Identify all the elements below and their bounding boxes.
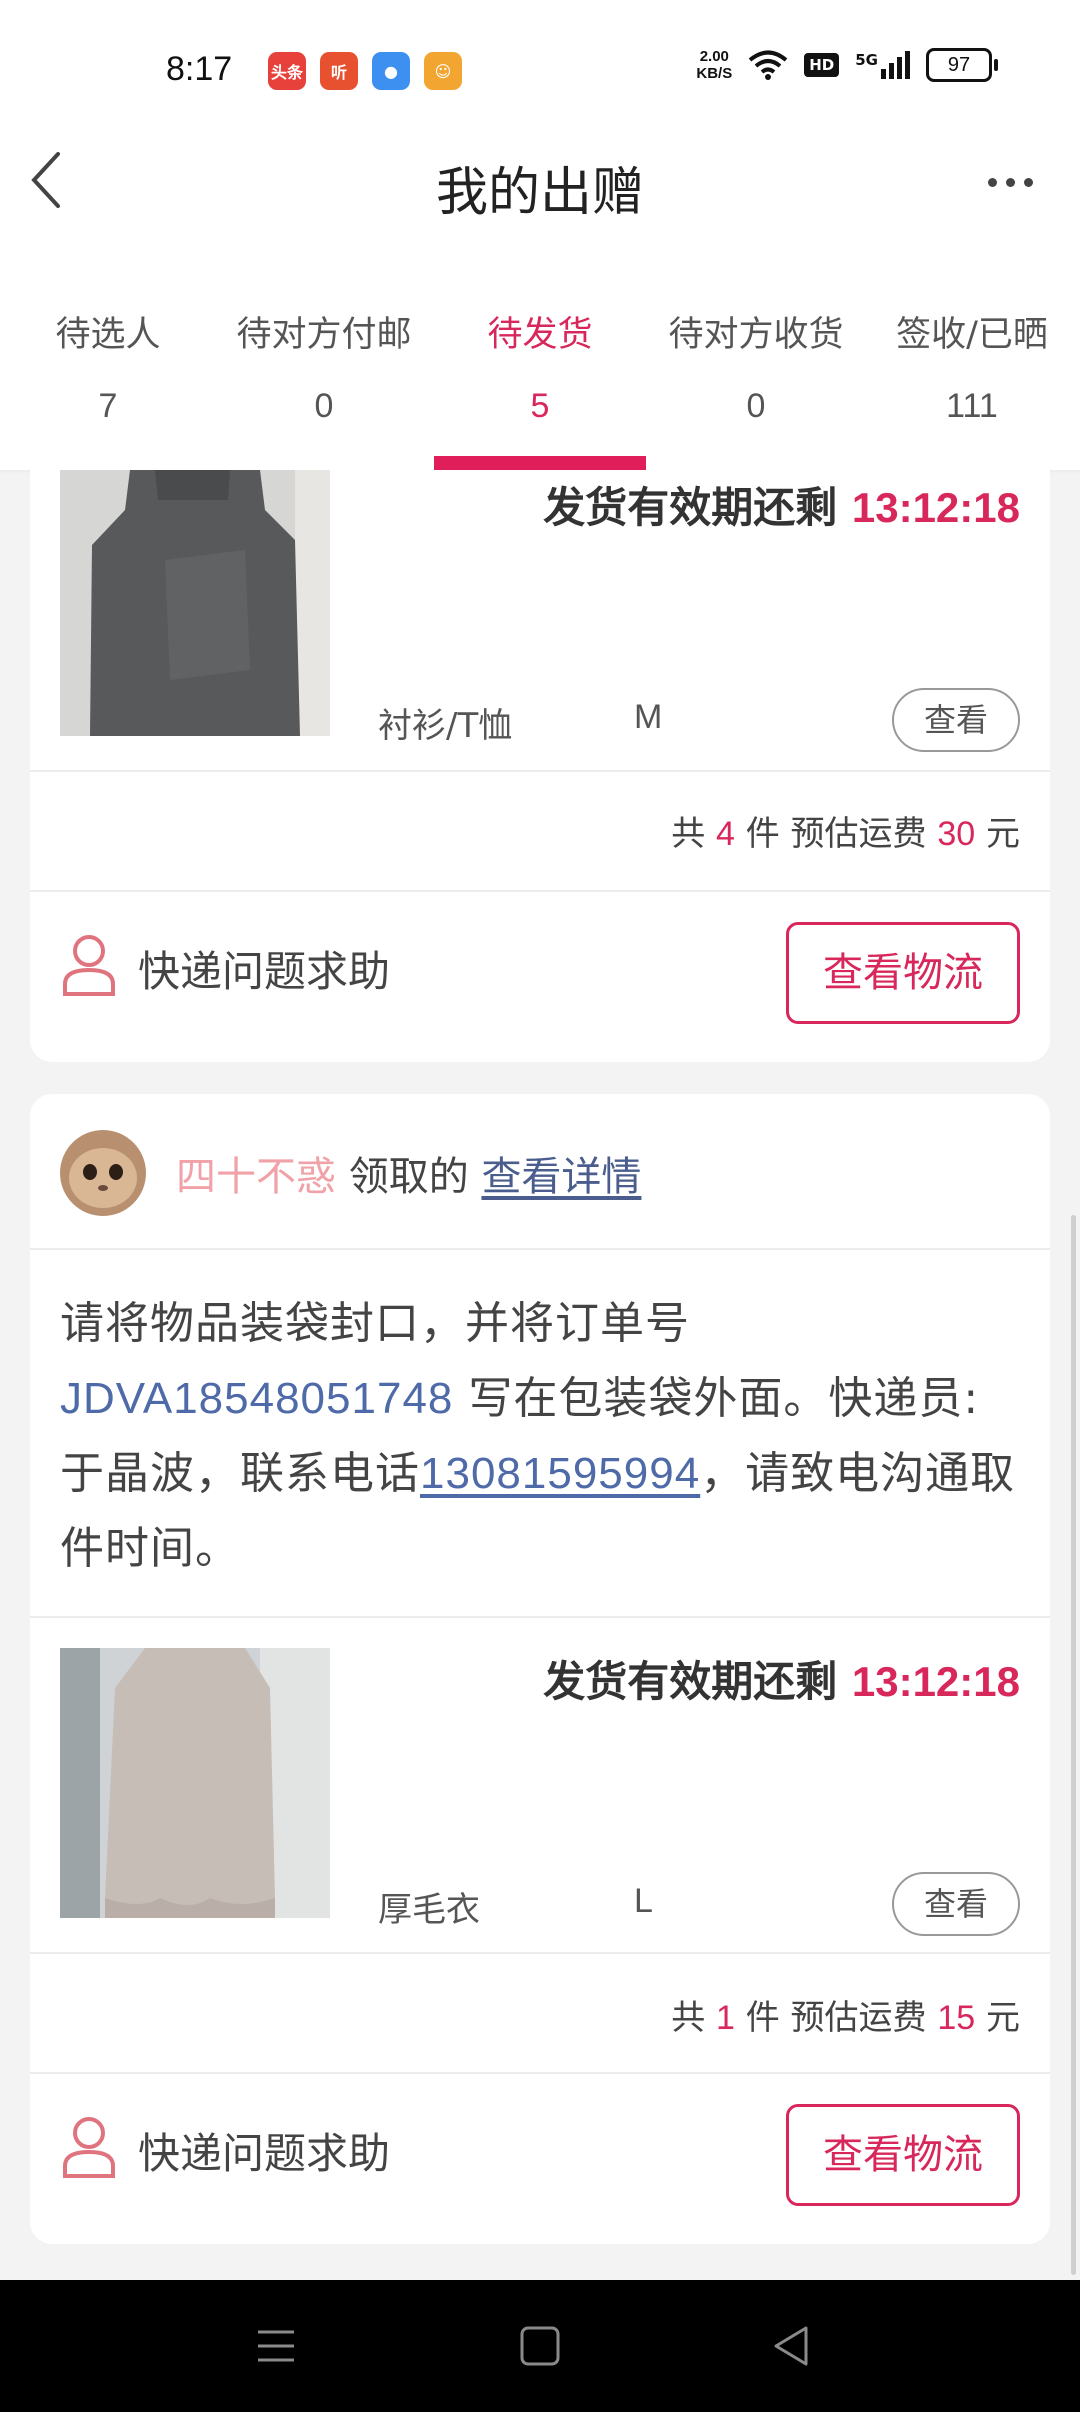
view-details-link[interactable]: 查看详情	[481, 1154, 641, 1200]
currency: 元	[986, 1998, 1020, 2038]
net-speed-unit: KB/S	[696, 65, 733, 82]
packing-instructions: 请将物品装袋封口，并将订单号 JDVA18548051748 写在包装袋外面。快…	[60, 1286, 1020, 1586]
summary-prefix: 共	[671, 814, 706, 854]
system-nav-bar	[0, 2280, 1080, 2412]
currency: 元	[986, 814, 1020, 854]
tab-label: 待发货	[487, 315, 593, 355]
tab-signed-shared[interactable]: 签收/已晒 111	[864, 270, 1080, 470]
view-logistics-button[interactable]: 查看物流	[786, 922, 1020, 1024]
toutiao-app-icon: 头条	[268, 52, 306, 90]
avatar[interactable]	[60, 1130, 146, 1216]
view-logistics-button[interactable]: 查看物流	[786, 2104, 1020, 2206]
active-tab-indicator	[434, 456, 646, 470]
divider	[30, 1952, 1050, 1954]
order-card: 发货有效期还剩 13:12:18 衬衫/T恤 M 查看 共 4 件 预估运费 3…	[30, 470, 1050, 1062]
shipping-fee: 30	[937, 815, 976, 853]
receiver-info: 四十不惑 领取的 查看详情	[176, 1144, 641, 1202]
shipping-deadline: 发货有效期还剩 13:12:18	[543, 1648, 1020, 1709]
order-summary: 共 4 件 预估运费 30 元	[671, 806, 1020, 855]
net-speed-value: 2.00	[699, 48, 729, 65]
divider	[30, 770, 1050, 772]
tab-count: 111	[946, 387, 998, 425]
item-category: 厚毛衣	[378, 1890, 480, 1930]
tab-count: 0	[314, 387, 334, 425]
signal-icon: 5G	[855, 51, 910, 79]
shirt-photo	[60, 470, 330, 736]
view-item-button[interactable]: 查看	[892, 1872, 1020, 1936]
signal-label: 5G	[855, 51, 878, 69]
home-icon[interactable]	[512, 2318, 568, 2374]
net-speed: 2.00 KB/S	[696, 48, 732, 82]
item-size: M	[634, 698, 663, 736]
divider	[30, 1248, 1050, 1250]
order-summary: 共 1 件 预估运费 15 元	[671, 1990, 1020, 2039]
user-help-icon	[63, 935, 115, 996]
scrollbar[interactable]	[1071, 1215, 1076, 2275]
receiver-suffix: 领取的	[348, 1154, 469, 1200]
order-card: 四十不惑 领取的 查看详情 请将物品装袋封口，并将订单号 JDVA1854805…	[30, 1094, 1050, 2244]
product-image[interactable]	[60, 1648, 330, 1918]
battery-icon: 97	[926, 48, 998, 82]
tab-pending-postage[interactable]: 待对方付邮 0	[216, 270, 432, 470]
tab-pending-receipt[interactable]: 待对方收货 0	[648, 270, 864, 470]
summary-unit: 件 预估运费	[745, 1998, 927, 2038]
item-category: 衬衫/T恤	[378, 706, 513, 746]
shipping-fee: 15	[937, 1999, 976, 2037]
page-title: 我的出赠	[435, 163, 644, 223]
item-count: 1	[716, 1999, 735, 2037]
courier-phone-link[interactable]: 13081595994	[420, 1449, 700, 1498]
sweater-photo	[60, 1648, 330, 1918]
receiver-name[interactable]: 四十不惑	[176, 1154, 336, 1200]
delivery-help-link[interactable]: 快递问题求助	[138, 2120, 390, 2181]
tab-pending-shipment[interactable]: 待发货 5	[432, 270, 648, 470]
shipping-deadline: 发货有效期还剩 13:12:18	[543, 474, 1020, 535]
notification-icons: 头条 听 ● ☺	[268, 52, 462, 90]
user-help-icon	[63, 2117, 115, 2178]
item-size: L	[634, 1882, 653, 1920]
ting-app-icon: 听	[320, 52, 358, 90]
status-bar: 8:17 头条 听 ● ☺ 2.00 KB/S HD 5G 97	[0, 0, 1080, 140]
deadline-time: 13:12:18	[851, 484, 1020, 531]
menu-icon[interactable]	[248, 2318, 304, 2374]
tab-count: 0	[746, 387, 766, 425]
status-indicators: 2.00 KB/S HD 5G 97	[696, 48, 998, 82]
product-image[interactable]	[60, 470, 330, 736]
tab-label: 签收/已晒	[896, 315, 1048, 355]
tab-count: 7	[98, 387, 118, 425]
tab-pending-selection[interactable]: 待选人 7	[0, 270, 216, 470]
tab-label: 待对方付邮	[236, 315, 412, 355]
summary-prefix: 共	[671, 1998, 706, 2038]
status-tabs: 待选人 7 待对方付邮 0 待发货 5 待对方收货 0 签收/已晒 111	[0, 270, 1080, 470]
back-nav-icon[interactable]	[764, 2318, 820, 2374]
status-time: 8:17	[166, 50, 233, 88]
deadline-time: 13:12:18	[851, 1658, 1020, 1705]
order-number: JDVA18548051748	[60, 1374, 454, 1423]
item-count: 4	[716, 815, 735, 853]
chat-app-icon: ●	[372, 52, 410, 90]
delivery-help-link[interactable]: 快递问题求助	[138, 938, 390, 999]
divider	[30, 890, 1050, 892]
view-item-button[interactable]: 查看	[892, 688, 1020, 752]
tab-label: 待对方收货	[668, 315, 844, 355]
deadline-label: 发货有效期还剩	[543, 1657, 838, 1706]
hd-badge: HD	[804, 53, 840, 77]
wifi-icon	[748, 50, 788, 80]
divider	[30, 2072, 1050, 2074]
deadline-label: 发货有效期还剩	[543, 483, 838, 532]
tab-count: 5	[530, 387, 550, 425]
cat-avatar-image	[60, 1130, 146, 1216]
game-app-icon: ☺	[424, 52, 462, 90]
summary-unit: 件 预估运费	[745, 814, 927, 854]
more-icon[interactable]	[980, 164, 1040, 200]
instruction-text: 请将物品装袋封口，并将订单号	[60, 1298, 690, 1349]
divider	[30, 1616, 1050, 1618]
tab-label: 待选人	[55, 315, 161, 355]
